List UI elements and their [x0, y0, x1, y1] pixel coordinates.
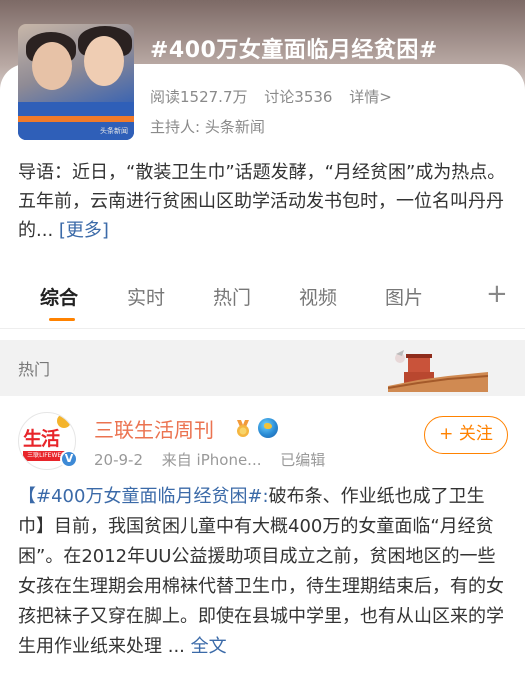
topic-intro: 导语：近日，“散装卫生巾”话题发酵，“月经贫困”成为热点。五年前，云南进行贫困山… [18, 158, 510, 245]
tab-video[interactable]: 视频 [299, 283, 337, 310]
post-edited[interactable]: 已编辑 [280, 451, 325, 469]
globe-icon[interactable] [258, 418, 278, 438]
cover-figure-face [84, 36, 124, 86]
post-source: 来自 iPhone... [161, 451, 262, 469]
section-label: 热门 [18, 360, 51, 379]
topic-host[interactable]: 主持人: 头条新闻 [150, 116, 265, 137]
topic-title: #400万女童面临月经贫困# [150, 38, 438, 63]
avatar-sun [57, 414, 71, 428]
cover-watermark: 头条新闻 [100, 127, 128, 135]
topic-cover-image[interactable]: 头条新闻 [18, 24, 134, 140]
hot-section-bar: 热门 [0, 340, 525, 396]
post-text: 破布条、作业纸也成了卫生巾】目前，我国贫困儿童中有大概400万的女童面临“月经贫… [18, 486, 504, 657]
author-name[interactable]: 三联生活周刊 [94, 414, 214, 443]
post-meta: 20-9-2 来自 iPhone... 已编辑 [94, 449, 339, 470]
banner-tower-eave [406, 354, 432, 358]
read-count: 阅读1527.7万 [150, 88, 248, 106]
tab-images[interactable]: 图片 [385, 283, 423, 310]
details-link[interactable]: 详情> [349, 88, 392, 106]
medal-icon[interactable] [233, 418, 253, 438]
tab-realtime[interactable]: 实时 [127, 283, 165, 310]
post-body: 【#400万女童面临月经贫困#:破布条、作业纸也成了卫生巾】目前，我国贫困儿童中… [18, 482, 510, 662]
cover-figure-face [32, 42, 72, 90]
post-topic-tag[interactable]: 【#400万女童面临月经贫困#: [18, 486, 269, 507]
banner-tower-roof [408, 356, 430, 372]
banner-wall [388, 372, 488, 392]
discussion-count: 讨论3536 [264, 88, 333, 106]
feed-tabs: 综合 实时 热门 视频 图片 + [0, 265, 525, 329]
tab-comprehensive[interactable]: 综合 [40, 283, 78, 310]
medal-center [239, 427, 247, 435]
active-tab-indicator [49, 318, 75, 321]
follow-button[interactable]: + 关注 [424, 416, 508, 454]
intro-more-link[interactable]: [更多] [59, 220, 109, 241]
plus-icon[interactable]: + [486, 279, 508, 309]
post-date: 20-9-2 [94, 451, 143, 469]
full-text-link[interactable]: 全文 [191, 636, 227, 657]
tab-hot[interactable]: 热门 [213, 283, 251, 310]
topic-stats: 阅读1527.7万 讨论3536 详情> [150, 86, 404, 107]
cover-figure-stripe [18, 116, 134, 122]
avatar-brand: 生活 [23, 428, 60, 450]
great-wall-banner [388, 350, 488, 392]
verified-icon: V [60, 450, 78, 468]
